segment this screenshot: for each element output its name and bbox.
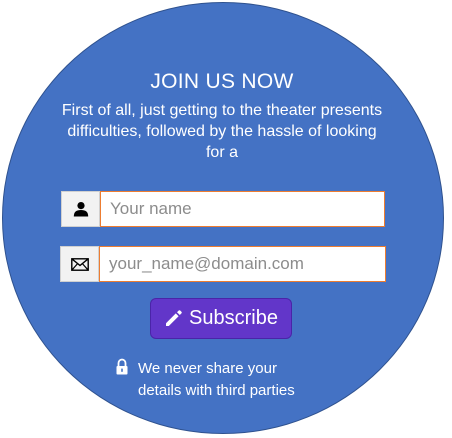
name-input[interactable]	[100, 191, 385, 227]
lock-icon	[116, 358, 128, 375]
subscribe-button[interactable]: Subscribe	[150, 298, 292, 339]
envelope-icon	[70, 257, 89, 271]
email-input-group	[60, 246, 386, 282]
name-input-group	[61, 191, 385, 227]
subscribe-button-label: Subscribe	[189, 307, 278, 329]
signup-description: First of all, just getting to the theate…	[61, 102, 383, 161]
name-field-prefix	[61, 191, 100, 227]
privacy-note-line1: We never share your	[138, 360, 277, 377]
person-icon	[73, 202, 88, 217]
signup-title: JOIN US NOW	[150, 70, 294, 93]
email-input[interactable]	[99, 246, 386, 282]
privacy-note-line2: details with third parties	[138, 382, 295, 399]
pencil-icon	[166, 310, 182, 326]
privacy-note: We never share your details with third p…	[138, 358, 338, 402]
email-field-prefix	[60, 246, 99, 282]
